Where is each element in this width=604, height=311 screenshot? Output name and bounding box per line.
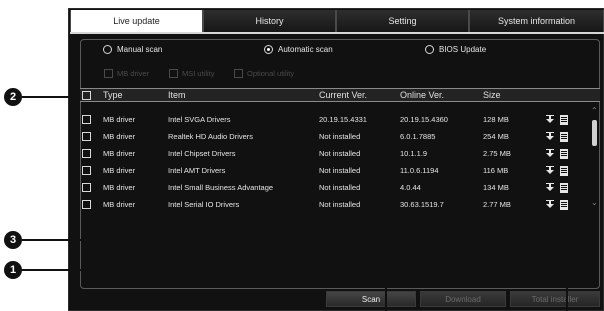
callout-2: 2	[4, 88, 22, 106]
callout-line-3	[22, 239, 568, 311]
callout-line-1	[22, 269, 387, 311]
callout-1: 1	[4, 261, 22, 279]
callout-lines	[22, 96, 568, 311]
callout-3: 3	[4, 231, 22, 249]
